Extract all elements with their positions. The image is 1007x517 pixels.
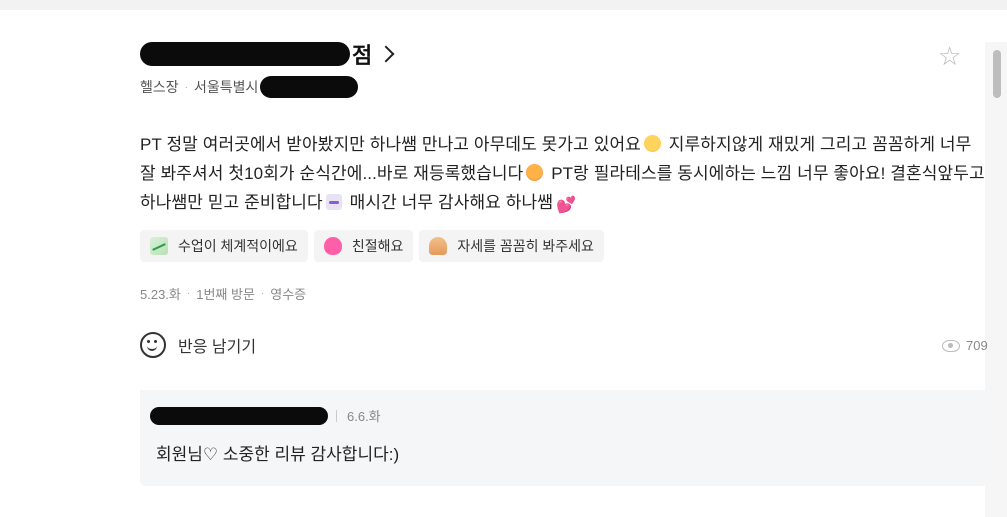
two-hearts-emoji-icon: 💕 [555, 197, 577, 214]
scrollbar[interactable] [985, 42, 1007, 517]
separator-dot: · [260, 288, 265, 299]
eye-icon [942, 339, 960, 352]
star-icon[interactable]: ☆ [938, 43, 961, 69]
separator-dot: · [184, 81, 188, 93]
chart-up-icon [150, 237, 168, 255]
redacted-place-name [140, 42, 350, 66]
weight-lifting-emoji-icon [325, 194, 342, 210]
place-category: 헬스장 [140, 79, 179, 95]
tag-label: 자세를 꼼꼼히 봐주세요 [457, 238, 594, 254]
top-bar [0, 0, 1007, 10]
chevron-right-icon [377, 45, 395, 63]
person-icon [429, 237, 448, 255]
keyword-tag[interactable]: 수업이 체계적이에요 [140, 230, 308, 262]
owner-reply-header: 6.6.화 [150, 406, 381, 425]
heart-icon [323, 237, 342, 255]
tag-label: 수업이 체계적이에요 [178, 238, 298, 254]
place-name-suffix: 점 [352, 43, 373, 68]
kissing-face-emoji-icon [526, 164, 544, 181]
divider [336, 409, 337, 422]
review-text-part: 매시간 너무 감사해요 하나쌤 [344, 193, 553, 212]
visit-count: 1번째 방문 [196, 287, 255, 302]
reply-date: 6.6.화 [347, 409, 381, 424]
redacted-address [260, 76, 359, 98]
review-text-part: PT 정말 여러곳에서 받아봤지만 하나쌤 만나고 아무데도 못가고 있어요 [140, 135, 641, 154]
review-text: PT 정말 여러곳에서 받아봤지만 하나쌤 만나고 아무데도 못가고 있어요 지… [140, 130, 988, 217]
redacted-owner-name [150, 406, 328, 425]
place-title-link[interactable]: 점 [140, 38, 395, 70]
place-address: 서울특별시 [193, 79, 259, 95]
tag-label: 친절해요 [351, 238, 404, 254]
scrollbar-thumb[interactable] [993, 50, 1001, 98]
view-count-value: 709 [966, 338, 988, 353]
reaction-label: 반응 남기기 [178, 339, 257, 356]
keyword-tag[interactable]: 친절해요 [313, 230, 414, 262]
view-count: 709 [942, 338, 988, 353]
review-keyword-tags: 수업이 체계적이에요 친절해요 자세를 꼼꼼히 봐주세요 [140, 230, 604, 262]
reply-message: 회원님♡ 소중한 리뷰 감사합니다:) [156, 445, 400, 464]
place-info: 헬스장 · 서울특별시 [140, 76, 359, 98]
visit-date: 5.23.화 [140, 287, 181, 302]
separator-dot: · [186, 288, 191, 299]
keyword-tag[interactable]: 자세를 꼼꼼히 봐주세요 [419, 230, 604, 262]
leave-reaction-button[interactable]: 반응 남기기 [140, 332, 256, 358]
smile-icon [140, 332, 166, 358]
receipt-badge: 영수증 [270, 287, 307, 302]
review-meta: 5.23.화 · 1번째 방문 · 영수증 [140, 284, 306, 303]
owner-reply: 6.6.화 회원님♡ 소중한 리뷰 감사합니다:) [140, 390, 988, 486]
pleading-face-emoji-icon [643, 135, 661, 152]
